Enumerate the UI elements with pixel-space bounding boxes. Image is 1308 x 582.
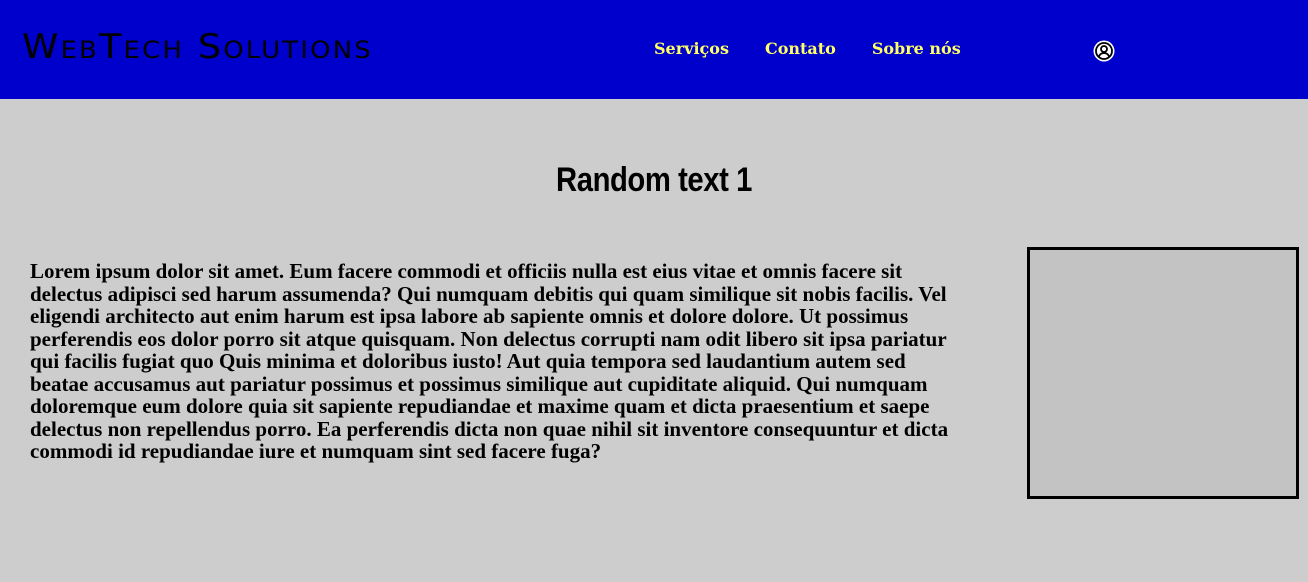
page-title: Random text 1: [556, 161, 752, 199]
body-paragraph: Lorem ipsum dolor sit amet. Eum facere c…: [30, 259, 949, 463]
main-nav: Serviços Contato Sobre nós: [654, 38, 997, 62]
site-logo[interactable]: WebTech Solutions: [22, 28, 373, 66]
user-circle-icon[interactable]: [1093, 40, 1115, 62]
nav-link-sobre-nos[interactable]: Sobre nós: [872, 38, 961, 62]
image-placeholder: [1027, 247, 1299, 499]
nav-link-contato[interactable]: Contato: [765, 38, 836, 62]
site-header: WebTech Solutions Serviços Contato Sobre…: [0, 0, 1308, 99]
nav-link-servicos[interactable]: Serviços: [654, 38, 729, 62]
